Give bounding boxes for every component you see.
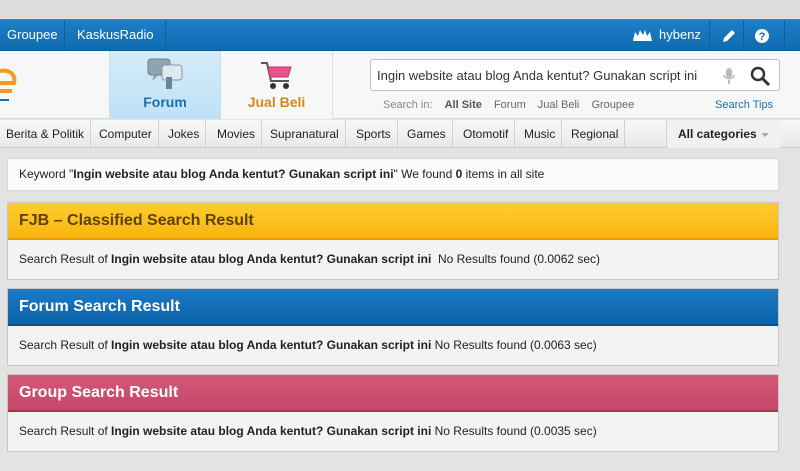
keyword-text: Ingin website atau blog Anda kentut? Gun… (73, 167, 394, 181)
result-status: No Results found (0.0062 sec) (431, 252, 601, 266)
group-result-panel: Group Search Result Search Result of Ing… (7, 374, 779, 452)
keyword-middle: " We found (393, 167, 456, 181)
forum-chat-icon (147, 58, 183, 89)
nav-link-groupee[interactable]: Groupee (7, 20, 58, 51)
result-prefix: Search Result of (19, 424, 112, 438)
nav-divider (709, 20, 710, 51)
result-query: Ingin website atau blog Anda kentut? Gun… (111, 252, 432, 266)
category-regional[interactable]: Regional (565, 120, 626, 148)
keyword-summary: Keyword "Ingin website atau blog Anda ke… (7, 158, 779, 191)
search-scope-bar: Search in: All Site Forum Jual Beli Grou… (383, 99, 643, 111)
result-status: No Results found (0.0035 sec) (431, 424, 597, 438)
nav-link-kaskusradio[interactable]: KaskusRadio (77, 20, 154, 51)
forum-panel-title: Forum Search Result (8, 289, 778, 326)
search-icon[interactable] (749, 65, 771, 90)
keyword-prefix: Keyword " (19, 167, 74, 181)
nav-divider (743, 20, 744, 51)
category-jokes[interactable]: Jokes (162, 120, 207, 148)
result-prefix: Search Result of (19, 252, 112, 266)
tab-jual-beli-label: Jual Beli (247, 94, 306, 110)
category-games[interactable]: Games (401, 120, 453, 148)
tab-forum[interactable]: Forum (109, 51, 221, 119)
browser-top-strip (0, 0, 800, 19)
result-status: No Results found (0.0063 sec) (431, 338, 597, 352)
category-music[interactable]: Music (518, 120, 563, 148)
keyword-suffix: items in all site (462, 167, 545, 181)
result-query: Ingin website atau blog Anda kentut? Gun… (111, 424, 432, 438)
category-sports[interactable]: Sports (350, 120, 398, 148)
tab-jual-beli[interactable]: Jual Beli (221, 51, 333, 119)
category-bar: Berita & Politik Computer Jokes Movies S… (0, 120, 800, 148)
group-panel-title: Group Search Result (8, 375, 778, 412)
site-header: Forum Jual Beli Search in: All (0, 51, 800, 119)
scope-all-site[interactable]: All Site (445, 99, 482, 111)
fjb-panel-title: FJB – Classified Search Result (8, 203, 778, 240)
microphone-icon[interactable] (723, 68, 735, 87)
category-movies[interactable]: Movies (211, 120, 263, 148)
nav-divider (784, 20, 785, 51)
nav-divider (64, 20, 65, 51)
username-link[interactable]: hybenz (659, 20, 701, 51)
kaskus-logo[interactable] (0, 65, 22, 109)
all-categories-dropdown[interactable]: All categories (666, 120, 780, 148)
scope-forum[interactable]: Forum (494, 99, 526, 111)
category-computer[interactable]: Computer (93, 120, 159, 148)
category-berita-politik[interactable]: Berita & Politik (0, 120, 92, 148)
category-otomotif[interactable]: Otomotif (457, 120, 516, 148)
forum-panel-body: Search Result of Ingin website atau blog… (8, 326, 778, 365)
category-supranatural[interactable]: Supranatural (264, 120, 346, 148)
search-input[interactable] (377, 65, 713, 85)
top-navbar: Groupee KaskusRadio hybenz ? (0, 19, 800, 51)
fjb-panel-body: Search Result of Ingin website atau blog… (8, 240, 778, 279)
group-panel-body: Search Result of Ingin website atau blog… (8, 412, 778, 451)
svg-text:?: ? (759, 31, 766, 43)
scope-groupee[interactable]: Groupee (591, 99, 634, 111)
shopping-cart-icon (261, 62, 292, 89)
edit-icon[interactable] (719, 26, 739, 46)
nav-divider (165, 20, 166, 51)
result-prefix: Search Result of (19, 338, 112, 352)
search-in-label: Search in: (383, 99, 433, 111)
all-categories-label: All categories (678, 127, 757, 141)
fjb-result-panel: FJB – Classified Search Result Search Re… (7, 202, 779, 280)
result-query: Ingin website atau blog Anda kentut? Gun… (111, 338, 432, 352)
tab-forum-label: Forum (143, 94, 187, 110)
search-box (370, 59, 780, 91)
search-tips-link[interactable]: Search Tips (715, 99, 773, 111)
user-icon[interactable] (633, 29, 652, 41)
scope-jual-beli[interactable]: Jual Beli (538, 99, 580, 111)
help-icon[interactable]: ? (752, 26, 772, 46)
forum-result-panel: Forum Search Result Search Result of Ing… (7, 288, 779, 366)
chevron-down-icon (760, 132, 769, 137)
